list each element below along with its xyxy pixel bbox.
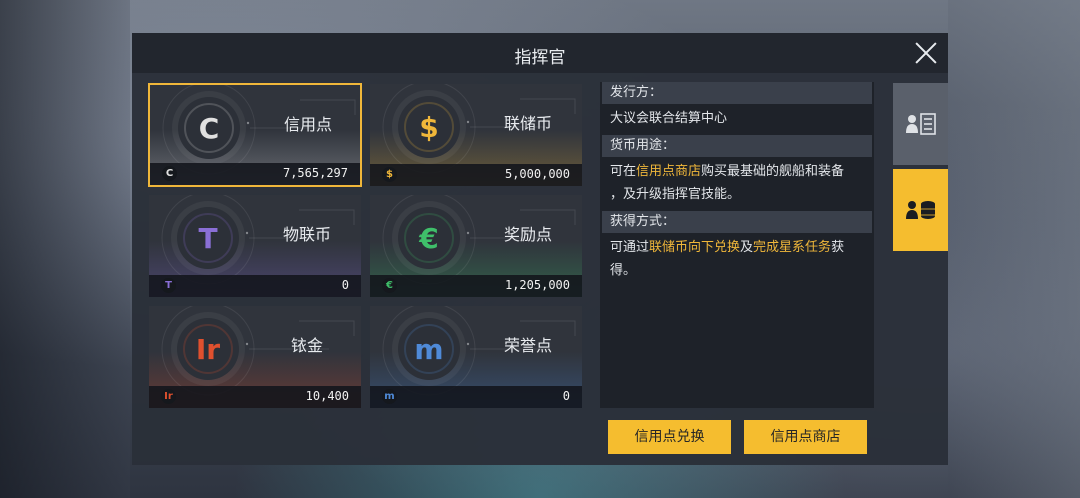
currency-coins-icon	[905, 201, 935, 219]
card-value-bar: Ir 10,400	[149, 386, 361, 408]
tab-profile[interactable]	[893, 83, 948, 165]
obtain-text: 可通过联储币向下兑换及完成星系任务获 得。	[600, 233, 874, 287]
currency-card-reserve[interactable]: $ 联储币 $5,000,000	[369, 83, 583, 187]
iridium-currency-icon: Ir	[177, 318, 239, 380]
currency-card-reward[interactable]: € 奖励点 €1,205,000	[369, 194, 583, 298]
usage-text-pre: 可在	[610, 164, 637, 179]
credit-currency-icon: C	[178, 97, 240, 159]
currency-glyph: $	[404, 102, 454, 152]
obtain-text-line2: 得。	[610, 263, 637, 278]
currency-info-panel: 发行方： 大议会联合结算中心 货币用途： 可在信用点商店购买最基础的舰船和装备 …	[600, 82, 874, 408]
currency-card-honor[interactable]: m 荣誉点 m 0	[369, 305, 583, 409]
currency-name: 铱金	[290, 336, 323, 355]
currency-name: 物联币	[282, 225, 331, 244]
currency-amount: 7,565,297	[282, 166, 348, 180]
honor-small-icon: m	[382, 389, 397, 404]
commander-panel: 指挥官 C 信用点 C 7,565,297 $ 联储币 $5,000,000 T 物联币 T 0 € 奖…	[132, 33, 948, 465]
currency-glyph: €	[404, 213, 454, 263]
card-value-bar: m0	[370, 386, 582, 408]
galaxy-mission-link[interactable]: 完成星系任务	[753, 240, 831, 255]
exchange-link[interactable]: 联储币向下兑换	[649, 240, 740, 255]
currency-name: 信用点	[283, 115, 332, 134]
title-bar: 指挥官	[132, 33, 948, 73]
card-value-bar: C 7,565,297	[150, 163, 360, 185]
currency-name: 联储币	[503, 114, 552, 133]
reserve-currency-icon: $	[398, 96, 460, 158]
currency-amount: 1,205,000	[504, 278, 570, 292]
card-value-bar: T0	[149, 275, 361, 297]
issuer-text: 大议会联合结算中心	[610, 111, 728, 126]
reward-currency-icon: €	[398, 207, 460, 269]
reserve-small-icon: $	[382, 167, 397, 182]
currency-card-credit[interactable]: C 信用点 C 7,565,297	[148, 83, 362, 187]
iridium-small-icon: Ir	[161, 389, 176, 404]
usage-text-post: 购买最基础的舰船和装备	[701, 164, 845, 179]
currency-glyph: m	[404, 324, 454, 374]
obtain-text-pre: 可通过	[610, 240, 650, 255]
currency-amount: 0	[562, 389, 570, 403]
issuer-heading: 发行方：	[602, 82, 872, 104]
card-value-bar: €1,205,000	[370, 275, 582, 297]
credit-shop-link[interactable]: 信用点商店	[636, 164, 701, 179]
card-value-bar: $5,000,000	[370, 164, 582, 186]
currency-glyph: C	[184, 103, 234, 153]
credit-small-icon: C	[162, 166, 177, 181]
currency-amount: 0	[341, 278, 349, 292]
credit-exchange-button[interactable]: 信用点兑换	[608, 420, 731, 454]
background-left	[0, 0, 130, 498]
profile-list-icon	[905, 113, 936, 135]
obtain-text-post: 获	[831, 240, 845, 255]
background-right	[948, 0, 1080, 498]
currency-name: 奖励点	[503, 225, 552, 244]
currency-glyph: T	[183, 213, 233, 263]
obtain-heading: 获得方式：	[602, 211, 872, 233]
iot-small-icon: T	[161, 278, 176, 293]
currency-name: 荣誉点	[503, 336, 552, 355]
currency-card-iot[interactable]: T 物联币 T 0	[148, 194, 362, 298]
tab-currency[interactable]	[893, 169, 948, 251]
currency-amount: 10,400	[305, 389, 349, 403]
close-icon[interactable]	[912, 39, 940, 67]
obtain-text-mid: 及	[740, 240, 754, 255]
iot-currency-icon: T	[177, 207, 239, 269]
currency-card-iridium[interactable]: Ir 铱金 Ir 10,400	[148, 305, 362, 409]
usage-text-line2: ，及升级指挥官技能。	[610, 187, 741, 202]
honor-currency-icon: m	[398, 318, 460, 380]
currency-amount: 5,000,000	[504, 167, 570, 181]
credit-shop-button[interactable]: 信用点商店	[744, 420, 867, 454]
usage-text: 可在信用点商店购买最基础的舰船和装备 ，及升级指挥官技能。	[600, 157, 874, 211]
currency-glyph: Ir	[183, 324, 233, 374]
panel-title: 指挥官	[514, 48, 566, 68]
reward-small-icon: €	[382, 278, 397, 293]
usage-heading: 货币用途：	[602, 135, 872, 157]
